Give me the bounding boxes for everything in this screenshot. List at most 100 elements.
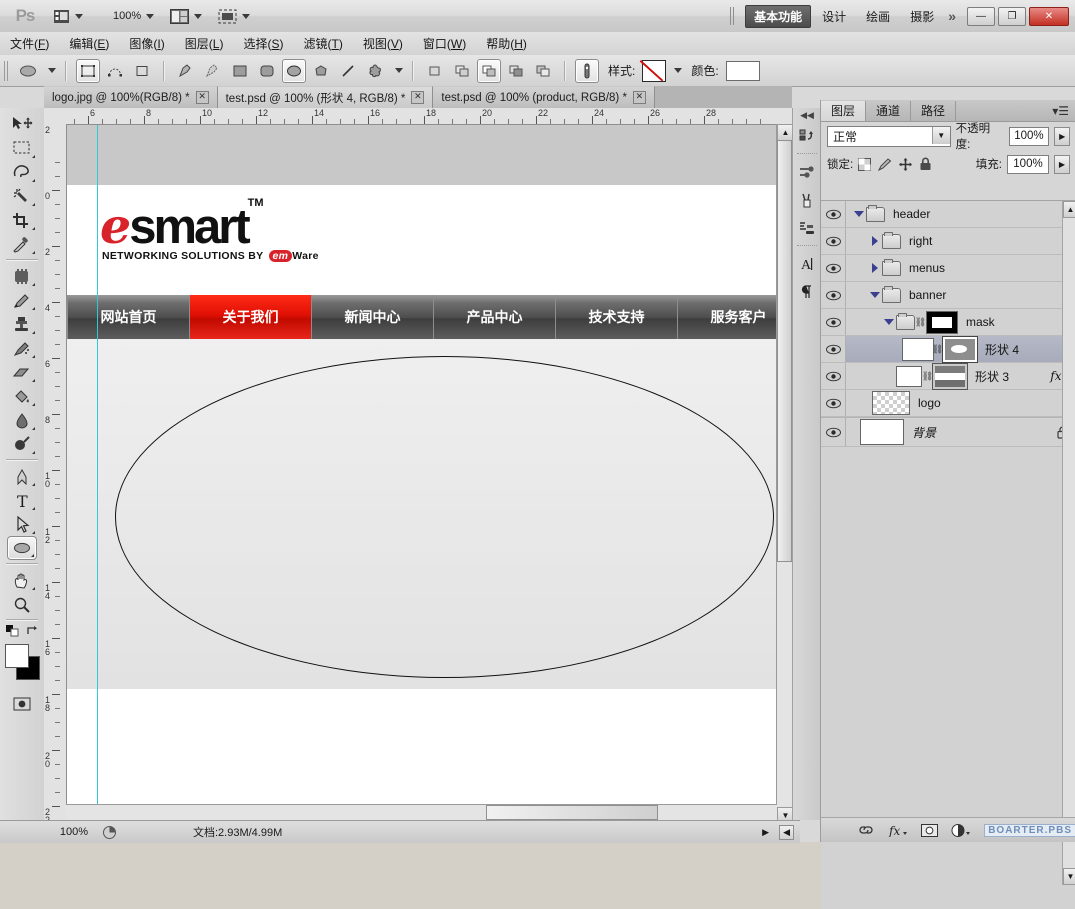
hand-tool[interactable] [7, 568, 37, 592]
menu-image[interactable]: 图像(I) [119, 32, 174, 55]
adjustments-panel-icon[interactable] [795, 159, 819, 185]
workspace-essentials[interactable]: 基本功能 [745, 4, 812, 28]
eraser-tool[interactable] [7, 360, 37, 384]
path-selection-tool[interactable] [7, 512, 37, 536]
layer-fill-thumbnail[interactable] [896, 365, 922, 387]
tab-channels[interactable]: 通道 [866, 101, 912, 121]
group-disclosure-triangle[interactable] [868, 236, 882, 246]
canvas-horizontal-scrollbar[interactable] [66, 804, 777, 820]
color-swatches[interactable] [5, 644, 40, 680]
close-icon[interactable]: ✕ [411, 91, 425, 104]
freeform-pen-button[interactable] [201, 59, 225, 83]
layer-row-menus[interactable]: menus [821, 255, 1075, 282]
chevron-down-icon[interactable]: ▼ [931, 126, 950, 144]
group-disclosure-triangle[interactable] [868, 263, 882, 273]
visibility-toggle[interactable] [821, 201, 846, 227]
lock-transparency-icon[interactable] [858, 157, 872, 171]
fill-value[interactable]: 100% [1007, 154, 1049, 174]
tab-layers[interactable]: 图层 [821, 101, 867, 121]
foreground-color-swatch[interactable] [5, 644, 29, 668]
paint-bucket-tool[interactable] [7, 384, 37, 408]
eyedropper-tool[interactable] [7, 232, 37, 256]
clone-source-panel-icon[interactable] [795, 215, 819, 241]
horizontal-ruler[interactable]: 6 8 10 12 14 16 18 20 22 24 26 28 [66, 108, 818, 125]
vector-mask-thumbnail[interactable] [942, 335, 978, 363]
quick-mask-toggle[interactable] [7, 692, 37, 716]
layer-row-shape-4[interactable]: ⛓ 形状 4 [821, 335, 1075, 363]
tab-paths[interactable]: 路径 [911, 101, 957, 121]
link-icon[interactable]: ⛓ [922, 369, 933, 383]
chevron-down-icon[interactable] [674, 68, 683, 73]
visibility-toggle[interactable] [821, 228, 846, 254]
nav-item-home[interactable]: 网站首页 [68, 295, 190, 339]
scroll-down-button[interactable]: ▼ [1063, 868, 1075, 885]
character-panel-icon[interactable]: A [795, 251, 819, 277]
dodge-tool[interactable] [7, 432, 37, 456]
nav-item-about[interactable]: 关于我们 [190, 295, 312, 339]
document-tab-logo[interactable]: logo.jpg @ 100%(RGB/8) * ✕ [44, 86, 218, 108]
history-panel-icon[interactable] [795, 123, 819, 149]
pen-tool[interactable] [7, 464, 37, 488]
nav-item-support[interactable]: 技术支持 [556, 295, 678, 339]
zoom-tool[interactable] [7, 592, 37, 616]
workspace-design[interactable]: 设计 [813, 5, 855, 28]
blur-tool[interactable] [7, 408, 37, 432]
close-icon[interactable]: ✕ [632, 91, 646, 104]
link-layers-icon[interactable] [857, 824, 875, 836]
lasso-tool[interactable] [7, 160, 37, 184]
type-tool[interactable]: T [7, 488, 37, 512]
lock-all-icon[interactable] [919, 157, 932, 171]
new-shape-layer-button[interactable] [423, 59, 447, 83]
visibility-toggle[interactable] [821, 363, 846, 389]
menu-window[interactable]: 窗口(W) [413, 32, 476, 55]
workspace-painting[interactable]: 绘画 [857, 5, 899, 28]
shape-layers-mode-button[interactable] [76, 58, 100, 83]
scroll-up-button[interactable]: ▲ [1063, 201, 1075, 218]
close-button[interactable]: ✕ [1029, 6, 1069, 26]
healing-brush-tool[interactable] [7, 264, 37, 288]
status-collapse-icon[interactable]: ◀ [779, 824, 794, 840]
clone-stamp-tool[interactable] [7, 312, 37, 336]
marquee-tool[interactable] [7, 136, 37, 160]
horizontal-scroll-thumb[interactable] [486, 805, 658, 820]
visibility-toggle[interactable] [821, 255, 846, 281]
panel-menu-icon[interactable]: ▾☰ [1052, 101, 1075, 121]
ellipse-shape-path[interactable] [115, 356, 774, 678]
minimize-button[interactable]: — [967, 6, 995, 26]
color-swatch[interactable] [725, 60, 760, 81]
arrange-documents-button[interactable] [167, 4, 205, 28]
layer-row-shape-3[interactable]: ⛓ 形状 3 fx ▾ [821, 362, 1075, 390]
workspace-photography[interactable]: 摄影 [901, 5, 943, 28]
document-tab-test-product[interactable]: test.psd @ 100% (product, RGB/8) * ✕ [433, 86, 655, 108]
document-tab-test-shape4[interactable]: test.psd @ 100% (形状 4, RGB/8) * ✕ [217, 86, 434, 108]
document-canvas[interactable]: esmartTM NETWORKING SOLUTIONS BY em Ware … [67, 125, 796, 807]
crop-tool[interactable] [7, 208, 37, 232]
ellipse-tool-button[interactable] [282, 58, 306, 83]
fx-icon[interactable]: fx [888, 824, 908, 837]
exclude-shape-button[interactable] [531, 59, 555, 83]
status-zoom-value[interactable]: 100% [52, 826, 96, 838]
menu-help[interactable]: 帮助(H) [476, 32, 537, 55]
pen-tool-button[interactable] [174, 59, 198, 83]
menu-view[interactable]: 视图(V) [353, 32, 413, 55]
group-disclosure-triangle[interactable] [852, 211, 866, 217]
status-preview-icon[interactable] [102, 825, 117, 840]
chevron-down-icon[interactable] [48, 68, 56, 73]
intersect-shape-button[interactable] [504, 59, 528, 83]
visibility-toggle[interactable] [821, 336, 846, 362]
collapse-dock-button[interactable]: ◀◀ [793, 108, 821, 121]
menu-filter[interactable]: 滤镜(T) [293, 32, 352, 55]
rounded-rectangle-tool-button[interactable] [255, 59, 279, 83]
add-to-shape-button[interactable] [450, 59, 474, 83]
lock-position-icon[interactable] [899, 157, 913, 171]
link-icon[interactable]: ⛓ [915, 315, 926, 329]
restore-button[interactable]: ❐ [998, 6, 1026, 26]
menu-layer[interactable]: 图层(L) [175, 32, 234, 55]
layer-list-scrollbar[interactable]: ▲ ▼ [1062, 201, 1075, 885]
blend-mode-select[interactable]: 正常 ▼ [827, 125, 951, 147]
line-tool-button[interactable] [336, 59, 360, 83]
tool-preset-ellipse-icon[interactable] [16, 59, 40, 83]
zoom-level-control[interactable]: 100% [96, 4, 157, 28]
polygon-tool-button[interactable] [309, 59, 333, 83]
layer-mask-thumbnail[interactable] [926, 310, 958, 334]
